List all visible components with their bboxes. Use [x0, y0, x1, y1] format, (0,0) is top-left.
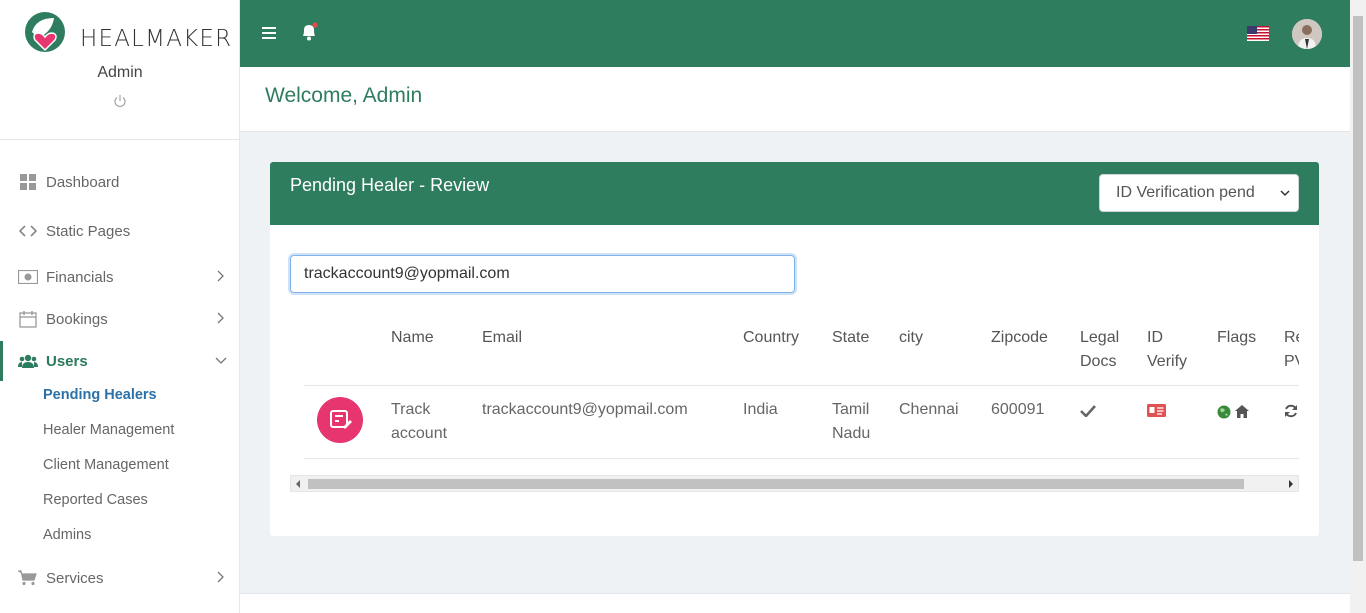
id-card-icon[interactable]	[1147, 404, 1166, 417]
user-avatar[interactable]	[1292, 19, 1322, 49]
cell-city: Chennai	[899, 401, 959, 418]
col-header-email: Email	[482, 329, 523, 346]
users-icon	[18, 352, 38, 370]
cell-country: India	[743, 401, 778, 418]
hamburger-menu-icon[interactable]	[262, 26, 278, 40]
sidebar-sub-pending-healers[interactable]: Pending Healers	[43, 387, 157, 409]
sidebar-item-users[interactable]: Users	[0, 341, 239, 381]
col-header-legal-docs: Legal Docs	[1080, 326, 1119, 374]
sidebar-sub-admins[interactable]: Admins	[43, 527, 91, 549]
sidebar-item-financials[interactable]: Financials	[0, 257, 239, 297]
admin-role-label: Admin	[97, 64, 143, 81]
welcome-bar: Welcome, Admin	[240, 67, 1350, 132]
horizontal-scrollbar[interactable]	[290, 475, 1299, 492]
notification-bell-icon[interactable]	[300, 22, 318, 42]
card-header: Pending Healer - Review ID Verification …	[270, 162, 1319, 225]
sidebar-sub-reported-cases[interactable]: Reported Cases	[43, 492, 148, 514]
row-divider	[304, 458, 1299, 459]
healer-avatar-badge[interactable]	[317, 397, 363, 443]
col-header-country: Country	[743, 329, 800, 346]
sidebar: HEALMAKER Admin Dashboard Static Pages F…	[0, 0, 240, 613]
edit-document-icon	[330, 410, 352, 429]
chevron-right-icon	[217, 270, 224, 282]
col-header-id-line2: Verify	[1147, 353, 1188, 370]
sidebar-item-label: Users	[46, 352, 88, 370]
brand-area: HEALMAKER Admin	[0, 0, 239, 140]
col-header-legal-line1: Legal	[1080, 329, 1120, 346]
scroll-right-arrow[interactable]	[1289, 480, 1293, 488]
sidebar-item-label: Dashboard	[46, 173, 120, 191]
cell-name-line2: account	[391, 425, 448, 442]
sidebar-item-label: Static Pages	[46, 222, 131, 240]
us-flag-icon[interactable]	[1247, 26, 1269, 41]
vertical-scroll-thumb[interactable]	[1353, 16, 1363, 561]
cart-icon	[18, 569, 38, 587]
sidebar-item-dashboard[interactable]: Dashboard	[0, 162, 239, 202]
sidebar-item-label: Services	[46, 569, 104, 587]
status-filter-value: ID Verification pend	[1116, 184, 1255, 201]
footer	[240, 593, 1350, 613]
col-header-id-verify: ID Verify	[1147, 326, 1187, 374]
sidebar-item-bookings[interactable]: Bookings	[0, 299, 239, 339]
chevron-right-icon	[217, 571, 224, 583]
search-input-value: trackaccount9@yopmail.com	[304, 265, 510, 282]
cell-state-line2: Nadu	[832, 425, 871, 442]
cell-name: Track account	[391, 398, 447, 446]
vertical-scrollbar[interactable]	[1350, 0, 1366, 613]
col-header-re-line1: Re	[1284, 329, 1299, 346]
horizontal-scroll-thumb[interactable]	[308, 479, 1244, 489]
globe-icon[interactable]	[1217, 405, 1231, 419]
calendar-icon	[18, 310, 38, 328]
col-header-re-pv: Re PV	[1284, 326, 1299, 374]
healmaker-logo[interactable]	[22, 10, 68, 68]
col-header-flags: Flags	[1217, 329, 1257, 346]
healers-table: Name Email Country State city Zipcode Le…	[290, 312, 1299, 492]
chevron-down-icon	[1280, 189, 1290, 197]
sidebar-item-services[interactable]: Services	[0, 558, 239, 598]
sidebar-sub-client-management[interactable]: Client Management	[43, 457, 169, 479]
dashboard-icon	[18, 173, 38, 191]
col-header-state: State	[832, 329, 870, 346]
scroll-left-arrow[interactable]	[296, 480, 300, 488]
code-icon	[18, 222, 38, 240]
home-icon[interactable]	[1235, 405, 1249, 418]
chevron-right-icon	[217, 312, 224, 324]
cell-email: trackaccount9@yopmail.com	[482, 401, 688, 418]
col-header-zipcode: Zipcode	[991, 329, 1048, 346]
col-header-city: city	[899, 329, 923, 346]
power-icon[interactable]	[113, 94, 127, 108]
sidebar-item-label: Bookings	[46, 310, 108, 328]
brand-name: HEALMAKER	[80, 26, 233, 52]
sidebar-item-static-pages[interactable]: Static Pages	[0, 211, 239, 251]
top-bar	[240, 0, 1350, 67]
col-header-re-line2: PV	[1284, 353, 1299, 370]
col-header-legal-line2: Docs	[1080, 353, 1117, 370]
col-header-name: Name	[391, 329, 434, 346]
cell-name-line1: Track	[391, 401, 431, 418]
cell-state: Tamil Nadu	[832, 398, 870, 446]
cell-zipcode: 600091	[991, 401, 1045, 418]
sidebar-sub-healer-management[interactable]: Healer Management	[43, 422, 174, 444]
page-title: Welcome, Admin	[265, 84, 423, 107]
header-divider	[304, 385, 1299, 386]
check-icon[interactable]	[1080, 405, 1096, 417]
chevron-down-icon	[215, 357, 227, 364]
card-title: Pending Healer - Review	[290, 175, 490, 195]
refresh-icon[interactable]	[1284, 404, 1298, 418]
sidebar-item-label: Financials	[46, 268, 114, 286]
status-filter-select[interactable]: ID Verification pend	[1099, 174, 1299, 212]
pending-healer-card: Pending Healer - Review ID Verification …	[270, 162, 1319, 536]
money-icon	[18, 268, 38, 286]
col-header-id-line1: ID	[1147, 329, 1163, 346]
search-input[interactable]: trackaccount9@yopmail.com	[290, 255, 795, 293]
cell-state-line1: Tamil	[832, 401, 870, 418]
